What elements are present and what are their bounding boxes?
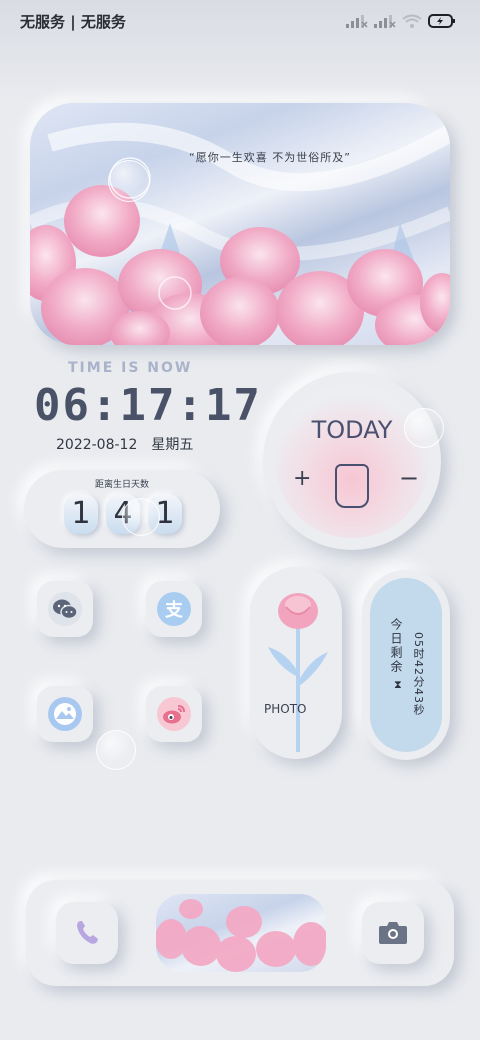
today-water-widget[interactable]: TODAY + − bbox=[263, 372, 441, 550]
wechat-app[interactable] bbox=[37, 581, 93, 637]
weekday-text: 星期五 bbox=[151, 437, 194, 453]
remaining-title: 今日剩余 bbox=[389, 618, 403, 674]
weibo-icon bbox=[157, 697, 191, 731]
camera-button[interactable] bbox=[362, 902, 424, 964]
gallery-icon bbox=[48, 697, 82, 731]
status-icons bbox=[346, 12, 456, 30]
increase-button[interactable]: + bbox=[293, 466, 311, 491]
birthday-title: 距离生日天数 bbox=[94, 480, 149, 490]
birthday-digit: 1 bbox=[64, 494, 98, 534]
phone-icon bbox=[77, 921, 98, 944]
decrease-button[interactable]: − bbox=[399, 464, 419, 492]
dock bbox=[26, 880, 454, 986]
tulip-illustration bbox=[30, 122, 450, 345]
battery-icon bbox=[428, 14, 455, 28]
time-label: TIME IS NOW bbox=[68, 360, 193, 376]
photo-label: PHOTO bbox=[264, 702, 307, 716]
bubble-decoration bbox=[108, 160, 150, 202]
tulip-thumbnail bbox=[156, 899, 326, 972]
date-line: 2022-08-12 星期五 bbox=[56, 434, 193, 454]
cup-icon bbox=[335, 464, 369, 508]
banner-quote: “愿你一生欢喜 不为世俗所及” bbox=[189, 151, 351, 164]
dock-tulip-image[interactable] bbox=[156, 894, 326, 972]
tulip-banner[interactable]: “愿你一生欢喜 不为世俗所及” bbox=[30, 103, 450, 345]
rose-image bbox=[268, 593, 328, 752]
gallery-app[interactable] bbox=[37, 686, 93, 742]
today-inner: TODAY + − bbox=[275, 384, 429, 538]
bubble-decoration bbox=[96, 730, 136, 770]
digital-clock: 06:17:17 bbox=[34, 380, 262, 431]
weibo-app[interactable] bbox=[146, 686, 202, 742]
bubble-decoration bbox=[122, 498, 160, 536]
camera-icon bbox=[379, 922, 407, 944]
photo-widget[interactable]: PHOTO bbox=[250, 567, 342, 759]
signal-icon bbox=[346, 15, 368, 28]
alipay-app[interactable]: 支 bbox=[146, 581, 202, 637]
phone-button[interactable] bbox=[56, 902, 118, 964]
signal-icon bbox=[374, 15, 396, 28]
wechat-icon bbox=[48, 592, 82, 626]
alipay-icon: 支 bbox=[157, 592, 191, 626]
date-text: 2022-08-12 bbox=[56, 437, 138, 453]
wifi-icon bbox=[402, 14, 422, 28]
remaining-time: 05时42分43秒 bbox=[412, 632, 425, 716]
carrier-label: 无服务 | 无服务 bbox=[20, 13, 126, 31]
hourglass-icon: ⧗ bbox=[394, 678, 402, 691]
birthday-countdown-widget[interactable]: 距离生日天数 1 4 1 bbox=[24, 470, 220, 548]
bubble-decoration bbox=[404, 408, 444, 448]
day-remaining-panel: 今日剩余 ⧗ 05时42分43秒 bbox=[370, 578, 442, 752]
day-remaining-widget[interactable]: 今日剩余 ⧗ 05时42分43秒 bbox=[362, 570, 450, 760]
